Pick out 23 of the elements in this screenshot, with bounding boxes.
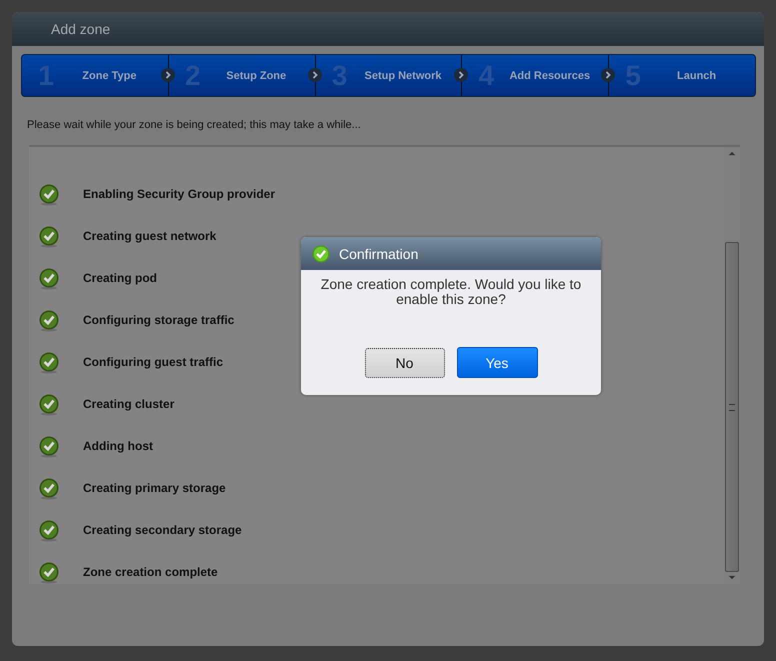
task-label: Adding host <box>83 439 153 453</box>
scroll-down-icon[interactable] <box>728 575 736 580</box>
task-label: Creating cluster <box>83 397 174 411</box>
task-label: Creating secondary storage <box>83 523 242 537</box>
task-label: Creating pod <box>83 271 157 285</box>
task-label: Zone creation complete <box>83 565 218 579</box>
scroll-up-icon[interactable] <box>728 151 736 156</box>
task-label: Enabling Security Group provider <box>83 187 276 201</box>
chevron-icon <box>454 68 468 82</box>
status-message: Please wait while your zone is being created; this may take a while... <box>27 119 362 131</box>
check-icon <box>312 244 330 262</box>
chevron-icon <box>601 68 616 82</box>
dialog-message: Zone creation complete. Would you like to enable this zone? <box>320 277 582 307</box>
task-label: Creating guest network <box>83 229 216 243</box>
task-label: Configuring storage traffic <box>83 313 234 327</box>
dialog-title: Confirmation <box>339 246 418 262</box>
task-label: Configuring guest traffic <box>83 355 223 369</box>
chevron-icon <box>308 68 322 82</box>
confirm-button[interactable]: Yes <box>456 347 538 378</box>
window-title: Add zone <box>51 21 110 37</box>
cancel-button[interactable]: No <box>364 348 444 378</box>
task-label: Creating primary storage <box>83 481 226 495</box>
chevron-icon <box>160 68 175 82</box>
